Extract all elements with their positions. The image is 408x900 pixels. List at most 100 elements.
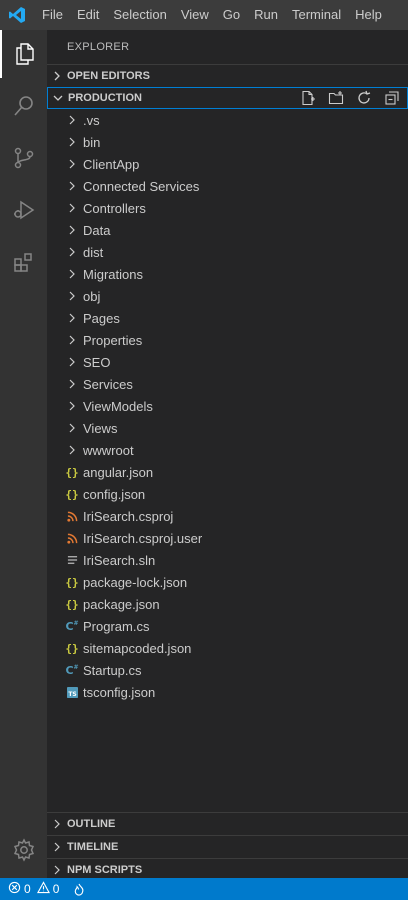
file-label: tsconfig.json	[83, 684, 156, 700]
search-icon[interactable]	[0, 82, 47, 130]
folder-item[interactable]: Migrations	[47, 263, 408, 285]
folder-item[interactable]: Properties	[47, 329, 408, 351]
file-label: package.json	[83, 596, 160, 612]
file-tree: .vs bin ClientApp Connected Services Control…	[47, 109, 408, 703]
file-item[interactable]: IriSearch.csproj	[47, 505, 408, 527]
folder-item[interactable]: wwwroot	[47, 439, 408, 461]
section-header-timeline[interactable]: TIMELINE	[47, 835, 408, 858]
error-count: 0	[24, 882, 31, 896]
chevron-right-icon	[63, 225, 81, 235]
folder-label: dist	[83, 244, 104, 260]
live-share-flame-icon[interactable]	[59, 883, 85, 896]
folder-item[interactable]: dist	[47, 241, 408, 263]
json-braces-icon: {}	[65, 575, 79, 589]
lines-icon	[63, 555, 81, 565]
run-debug-icon[interactable]	[0, 186, 47, 234]
chevron-right-icon	[63, 423, 81, 433]
typescript-icon: TS	[63, 686, 81, 698]
folder-item[interactable]: Connected Services	[47, 175, 408, 197]
chevron-right-icon	[47, 71, 67, 81]
file-item[interactable]: {} sitemapcoded.json	[47, 637, 408, 659]
menu-item-help[interactable]: Help	[348, 0, 389, 30]
production-folder-header[interactable]: PRODUCTION	[47, 87, 408, 109]
chevron-right-icon	[47, 819, 67, 829]
folder-item[interactable]: Pages	[47, 307, 408, 329]
chevron-right-icon	[63, 115, 81, 125]
chevron-right-icon	[63, 401, 81, 411]
new-folder-icon[interactable]	[325, 88, 347, 108]
folder-item[interactable]: ViewModels	[47, 395, 408, 417]
folder-label: Connected Services	[83, 178, 200, 194]
source-control-icon[interactable]	[0, 134, 47, 182]
file-item[interactable]: C# Startup.cs	[47, 659, 408, 681]
folder-label: .vs	[83, 112, 100, 128]
folder-item[interactable]: Controllers	[47, 197, 408, 219]
refresh-icon[interactable]	[353, 88, 375, 108]
open-editors-header[interactable]: OPEN EDITORS	[47, 64, 408, 87]
file-item[interactable]: IriSearch.csproj.user	[47, 527, 408, 549]
chevron-right-icon	[63, 181, 81, 191]
folder-item[interactable]: obj	[47, 285, 408, 307]
folder-item[interactable]: Data	[47, 219, 408, 241]
error-icon	[8, 881, 21, 897]
folder-label: Data	[83, 222, 111, 238]
folder-label: Controllers	[83, 200, 146, 216]
file-label: IriSearch.csproj.user	[83, 530, 203, 546]
file-item[interactable]: {} package-lock.json	[47, 571, 408, 593]
menu-item-selection[interactable]: Selection	[106, 0, 173, 30]
file-item[interactable]: {} angular.json	[47, 461, 408, 483]
menu-item-terminal[interactable]: Terminal	[285, 0, 348, 30]
warning-icon	[36, 881, 50, 897]
menu-item-view[interactable]: View	[174, 0, 216, 30]
file-label: IriSearch.csproj	[83, 508, 174, 524]
folder-item[interactable]: Views	[47, 417, 408, 439]
chevron-right-icon	[63, 335, 81, 345]
file-item[interactable]: {} config.json	[47, 483, 408, 505]
file-label: sitemapcoded.json	[83, 640, 192, 656]
menu-item-run[interactable]: Run	[247, 0, 285, 30]
folder-label: ClientApp	[83, 156, 140, 172]
file-label: config.json	[83, 486, 146, 502]
activity-bar	[0, 30, 47, 878]
section-label: OUTLINE	[67, 818, 116, 830]
chevron-right-icon	[63, 379, 81, 389]
folder-item[interactable]: Services	[47, 373, 408, 395]
json-braces-icon: {}	[65, 465, 79, 479]
folder-item[interactable]: .vs	[47, 109, 408, 131]
explorer-sidebar: EXPLORER OPEN EDITORS PRODUCTION .vs bin…	[47, 30, 408, 878]
folder-label: Pages	[83, 310, 120, 326]
file-item[interactable]: {} package.json	[47, 593, 408, 615]
json-braces-icon: {}	[65, 641, 79, 655]
menu-item-edit[interactable]: Edit	[70, 0, 106, 30]
collapse-all-icon[interactable]	[381, 88, 403, 108]
file-item[interactable]: IriSearch.sln	[47, 549, 408, 571]
folder-item[interactable]: ClientApp	[47, 153, 408, 175]
folder-item[interactable]: SEO	[47, 351, 408, 373]
section-header-outline[interactable]: OUTLINE	[47, 812, 408, 835]
open-editors-label: OPEN EDITORS	[67, 70, 150, 82]
folder-label: Views	[83, 420, 118, 436]
new-file-icon[interactable]	[297, 88, 319, 108]
file-item[interactable]: C# Program.cs	[47, 615, 408, 637]
json-braces-icon: {}	[65, 597, 79, 611]
menu-item-file[interactable]: File	[34, 0, 70, 30]
workspace-label: PRODUCTION	[68, 92, 142, 104]
vscode-logo-icon	[0, 0, 34, 30]
chevron-right-icon	[63, 291, 81, 301]
problems-indicator[interactable]: 0 0	[0, 881, 59, 897]
extensions-icon[interactable]	[0, 238, 47, 286]
file-label: Program.cs	[83, 618, 150, 634]
folder-item[interactable]: bin	[47, 131, 408, 153]
section-label: TIMELINE	[67, 841, 119, 853]
chevron-right-icon	[63, 269, 81, 279]
chevron-right-icon	[63, 445, 81, 455]
folder-label: Properties	[83, 332, 143, 348]
chevron-down-icon	[48, 93, 68, 103]
settings-gear-icon[interactable]	[0, 826, 47, 874]
sidebar-title: EXPLORER	[67, 41, 130, 53]
menu-item-go[interactable]: Go	[216, 0, 247, 30]
warning-count: 0	[52, 882, 60, 896]
file-item[interactable]: TS tsconfig.json	[47, 681, 408, 703]
folder-label: SEO	[83, 354, 111, 370]
explorer-icon[interactable]	[0, 30, 47, 78]
